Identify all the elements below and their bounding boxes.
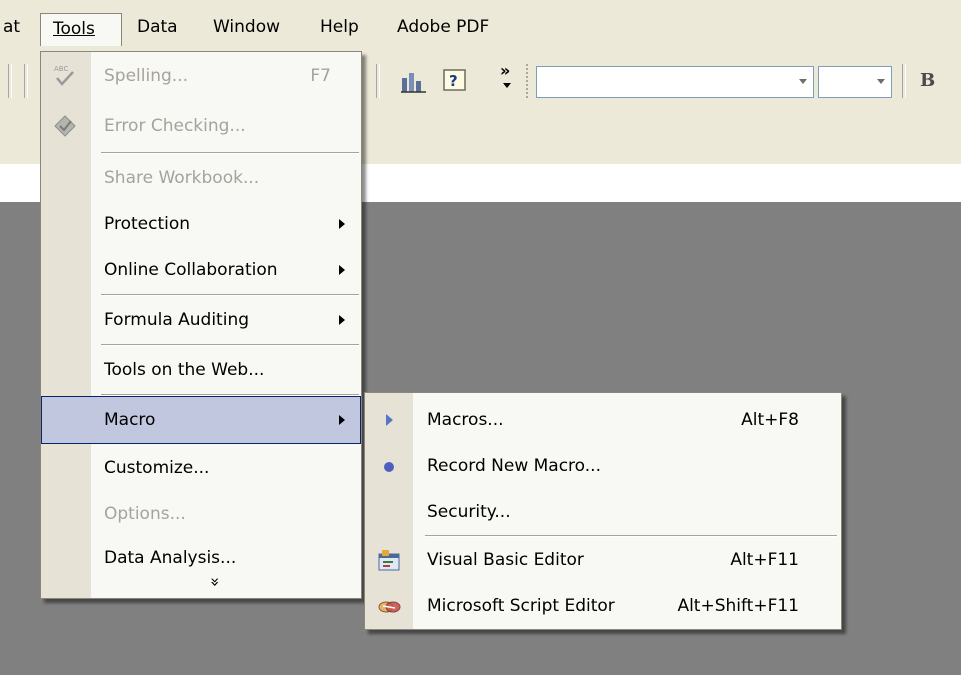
menu-help[interactable]: Help [320,13,359,45]
menu-adobe-pdf[interactable]: Adobe PDF [397,13,489,45]
toolbar-separator [376,64,380,98]
menu-item-shortcut: Alt+Shift+F11 [677,596,799,616]
menu-item-label: Macro [104,410,156,430]
menu-item-label: Tools on the Web... [104,360,265,380]
menu-item-label: Spelling... [104,66,188,86]
record-icon [384,462,394,472]
menu-item-label: Formula Auditing [104,310,250,330]
menu-window[interactable]: Window [213,13,280,45]
menu-item-label: Error Checking... [104,116,246,136]
toolbar-grip[interactable] [526,64,532,98]
menu-item-shortcut: F7 [310,66,331,86]
overflow-arrow-icon [503,83,511,88]
menu-item-shortcut: Alt+F11 [730,550,799,570]
toolbar-overflow-button[interactable]: » [498,61,516,97]
menu-item-label: Customize... [104,458,210,478]
submenu-arrow-icon [339,265,345,275]
menu-item-label: Online Collaboration [104,260,278,280]
menu-item-data-analysis[interactable]: Data Analysis... [41,534,361,582]
menu-data[interactable]: Data [137,13,178,45]
submenu-arrow-icon [339,415,345,425]
menu-item-formula-auditing[interactable]: Formula Auditing [41,296,361,344]
vb-editor-icon [378,550,400,571]
menu-item-security[interactable]: Security... [365,489,841,535]
help-icon[interactable]: ? [442,68,468,94]
menu-item-label: Microsoft Script Editor [427,596,615,616]
expand-menu-chevron-icon[interactable]: » [206,577,225,587]
menu-item-label: Visual Basic Editor [427,550,584,570]
menu-item-label: Data Analysis... [104,548,237,568]
spelling-icon: ABC [54,65,74,86]
menu-item-label: Protection [104,214,191,234]
menu-item-label: Options... [104,504,186,524]
menu-item-label: Share Workbook... [104,168,260,188]
menu-item-microsoft-script-editor[interactable]: Microsoft Script Editor Alt+Shift+F11 [365,583,841,629]
menu-item-label: Macros... [427,410,504,430]
menu-item-macros[interactable]: Macros... Alt+F8 [365,397,841,443]
chart-wizard-icon[interactable] [400,70,428,94]
script-editor-icon [378,601,401,613]
menu-item-spelling[interactable]: ABC Spelling... F7 [41,52,361,100]
error-checking-icon [54,115,76,137]
svg-text:ABC: ABC [54,65,68,73]
menu-tools-label: Tools [53,19,95,39]
menu-item-error-checking[interactable]: Error Checking... [41,102,361,150]
menu-item-share-workbook[interactable]: Share Workbook... [41,154,361,202]
submenu-arrow-icon [339,219,345,229]
toolbar-separator [902,64,906,98]
menu-item-label: Record New Macro... [427,456,601,476]
submenu-arrow-icon [339,315,345,325]
menu-item-tools-on-the-web[interactable]: Tools on the Web... [41,346,361,394]
overflow-chevron-icon: » [500,61,511,80]
menu-item-protection[interactable]: Protection [41,200,361,248]
chevron-down-icon [877,79,885,84]
menu-item-macro[interactable]: Macro [41,396,361,444]
tools-menu: ABC Spelling... F7 Error Checking... Sha… [40,51,362,599]
menu-item-record-new-macro[interactable]: Record New Macro... [365,443,841,489]
macro-submenu: Macros... Alt+F8 Record New Macro... Sec… [364,392,842,630]
toolbar-separator [24,64,28,98]
chevron-down-icon [799,79,807,84]
toolbar-separator [8,64,12,98]
svg-text:?: ? [449,72,458,90]
menu-item-label: Security... [427,502,511,522]
menu-item-customize[interactable]: Customize... [41,444,361,492]
play-icon [386,414,393,426]
menu-format-partial[interactable]: at [3,13,20,45]
menu-item-online-collaboration[interactable]: Online Collaboration [41,246,361,294]
font-name-dropdown[interactable] [536,66,814,98]
font-size-dropdown[interactable] [818,66,892,98]
menu-bar: at Tools Data Window Help Adobe PDF [0,0,961,51]
menu-item-options[interactable]: Options... [41,490,361,538]
bold-button[interactable]: B [920,70,935,91]
menu-item-visual-basic-editor[interactable]: Visual Basic Editor Alt+F11 [365,537,841,583]
menu-item-shortcut: Alt+F8 [741,410,799,430]
